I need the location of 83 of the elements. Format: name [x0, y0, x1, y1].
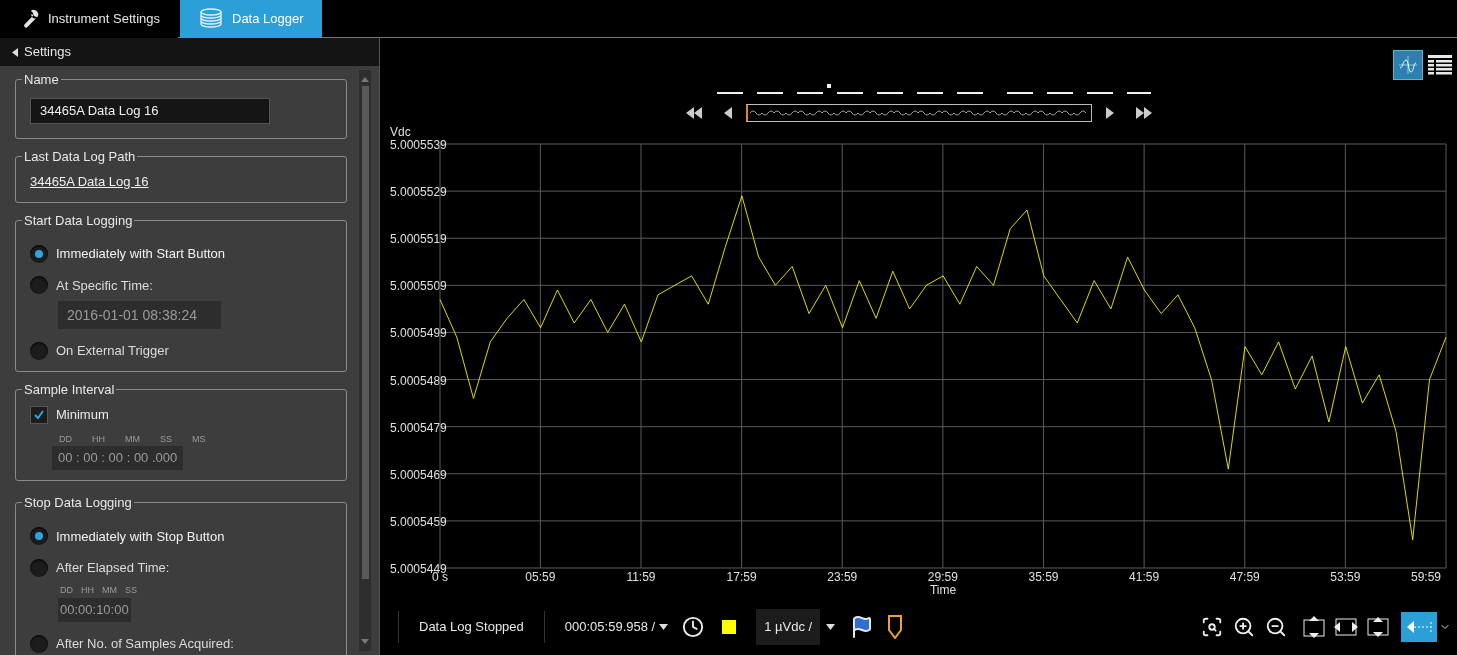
y-tick-label: 5.0005499 [390, 326, 447, 341]
option-label: Immediately with Start Button [56, 245, 226, 263]
option-label: On External Trigger [56, 342, 169, 360]
group-legend: Stop Data Logging [24, 495, 132, 510]
x-tick-label: 35:59 [1028, 570, 1059, 584]
table-icon [1427, 53, 1453, 77]
field-unit-label: SS [160, 432, 172, 446]
y-tick-label: 5.0005479 [390, 420, 447, 435]
radio-button[interactable] [30, 558, 48, 577]
x-tick-label: 11:59 [626, 570, 656, 584]
step-forward-icon[interactable] [1105, 107, 1114, 119]
radio-button[interactable] [30, 276, 48, 295]
interval-time-field[interactable]: 00 : 00 : 00 : 00 .000 [52, 446, 184, 470]
checkmark-icon [33, 408, 45, 421]
rewind-icon[interactable] [685, 107, 702, 119]
option-label: At Specific Time: [56, 276, 153, 295]
settings-back-button[interactable]: Settings [0, 38, 379, 66]
radio-button[interactable] [30, 527, 48, 546]
field-unit-label: SS [125, 583, 137, 597]
fit-vertical-icon[interactable] [1301, 614, 1327, 639]
x-tick-label: 59:59 [1411, 570, 1441, 584]
group-legend: Name [24, 72, 59, 87]
field-unit-label: HH [81, 583, 94, 597]
x-axis-title: Time [929, 583, 957, 597]
x-tick-label: 17:59 [726, 570, 757, 584]
disk-stack-icon [198, 7, 224, 31]
x-tick-label: 47:59 [1229, 570, 1260, 584]
y-tick-label: 5.0005469 [390, 467, 447, 482]
y-tick-label: 5.0005539 [390, 138, 447, 152]
elapsed-time-field[interactable]: 00:00:10:00 [58, 598, 131, 622]
y-tick-label: 5.0005519 [390, 232, 447, 247]
box-zoom-icon[interactable] [1201, 615, 1223, 638]
field-unit-label: MM [102, 583, 117, 597]
fit-all-icon[interactable] [1365, 614, 1391, 639]
y-tick-label: 5.0005459 [390, 514, 447, 529]
overview-navigator-drawing[interactable] [745, 104, 1092, 122]
x-tick-label: 29:59 [927, 570, 958, 584]
waveform-icon [1397, 54, 1419, 76]
field-unit-label: MM [125, 432, 140, 446]
field-unit-label: MS [192, 432, 206, 446]
group-legend: Start Data Logging [24, 212, 133, 228]
fast-forward-icon[interactable] [1135, 107, 1152, 119]
scroll-up-icon[interactable] [361, 76, 369, 82]
option-label: After Elapsed Time: [56, 559, 170, 577]
option-label: Immediately with Stop Button [56, 527, 225, 546]
caret-left-icon [12, 47, 18, 57]
arrow-left-icon [1405, 618, 1433, 635]
field-unit-label: HH [92, 432, 105, 446]
group-legend: Last Data Log Path [24, 148, 136, 164]
x-tick-label: 23:59 [827, 570, 858, 584]
log-path-link[interactable]: 34465A Data Log 16 [30, 168, 149, 192]
autoscroll-button[interactable] [1401, 611, 1437, 642]
scroll-down-icon[interactable] [361, 639, 369, 645]
x-tick-label: 41:59 [1129, 570, 1160, 584]
amplitude-scale-dropdown[interactable]: 1 µVdc / [756, 608, 841, 645]
field-unit-label: DD [59, 432, 72, 446]
y-tick-label: 5.0005509 [390, 279, 447, 294]
status-text: Data Log Stopped [398, 610, 545, 643]
y-axis-title: Vdc [390, 126, 411, 139]
caret-down-icon [825, 623, 835, 630]
trace-color-swatch[interactable] [722, 619, 737, 634]
clock-icon[interactable] [682, 615, 705, 638]
radio-button[interactable] [30, 634, 48, 653]
y-tick-label: 5.0005489 [390, 373, 447, 388]
option-label: After No. of Samples Acquired: [56, 635, 234, 653]
date-time-field[interactable]: 2016-01-01 08:38:24 [58, 301, 221, 329]
zoom-in-icon[interactable] [1233, 615, 1255, 638]
y-tick-label: 5.0005529 [390, 185, 447, 200]
checkbox[interactable] [30, 405, 48, 424]
step-back-icon[interactable] [723, 107, 732, 119]
scrollbar[interactable] [359, 70, 371, 651]
name-input-field[interactable]: 34465A Data Log 16 [30, 97, 270, 124]
time-scale-dropdown[interactable]: 000:05:59.958 / [564, 616, 669, 637]
radio-button[interactable] [30, 341, 48, 360]
group-legend: Sample Interval [24, 381, 115, 397]
x-tick-label: 53:59 [1330, 570, 1361, 584]
marker-icon[interactable] [888, 614, 903, 639]
zoom-out-icon[interactable] [1265, 615, 1287, 638]
radio-button[interactable] [30, 244, 48, 263]
field-unit-label: DD [60, 583, 73, 597]
caret-down-icon [659, 623, 669, 630]
checkbox-label: Minimum [56, 406, 109, 424]
x-tick-label: 05:59 [525, 570, 556, 584]
